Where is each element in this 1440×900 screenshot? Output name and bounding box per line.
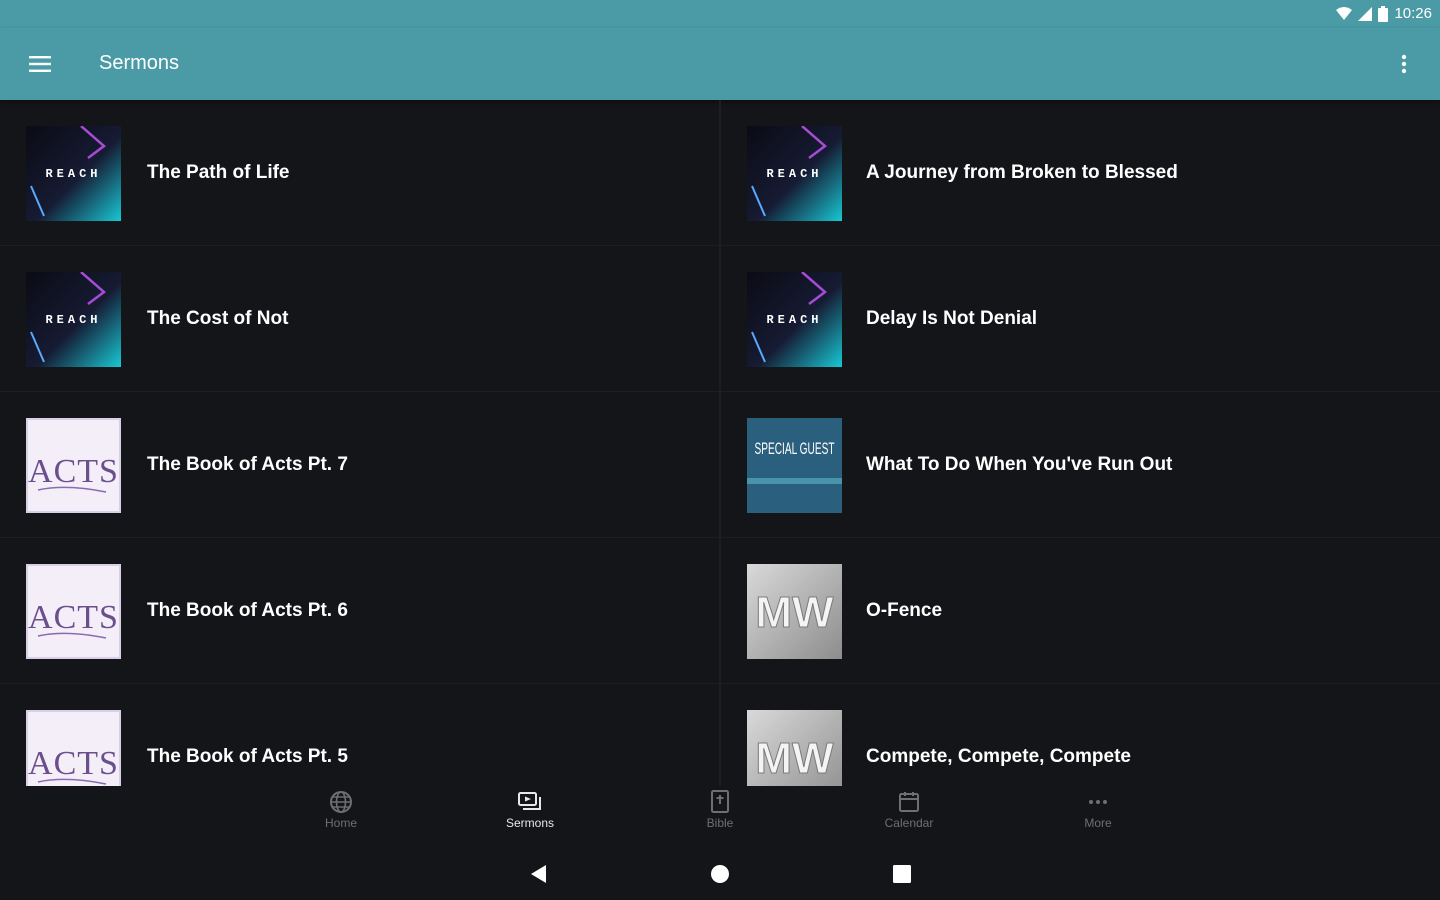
sermon-title: What To Do When You've Run Out xyxy=(866,454,1173,475)
sermon-item[interactable]: REACH A Journey from Broken to Blessed xyxy=(721,100,1440,246)
mw-art-thumbnail: MW xyxy=(747,710,842,786)
signal-icon xyxy=(1358,6,1373,21)
sermon-title: The Path of Life xyxy=(147,162,290,183)
sermon-item[interactable]: SPECIAL GUEST What To Do When You've Run… xyxy=(721,392,1440,538)
status-icons: 10:26 xyxy=(1336,5,1432,22)
svg-text:REACH: REACH xyxy=(766,167,822,181)
svg-text:REACH: REACH xyxy=(45,167,101,181)
sermon-title: Compete, Compete, Compete xyxy=(866,746,1131,767)
sermon-item[interactable]: ACTS The Book of Acts Pt. 5 xyxy=(0,684,721,786)
svg-text:MW: MW xyxy=(755,588,834,637)
wifi-icon xyxy=(1336,6,1353,20)
sermon-title: The Book of Acts Pt. 6 xyxy=(147,600,348,621)
menu-button[interactable] xyxy=(18,42,62,86)
sermon-item[interactable]: REACH The Cost of Not xyxy=(0,246,721,392)
sermon-item[interactable]: REACH Delay Is Not Denial xyxy=(721,246,1440,392)
sermon-title: Delay Is Not Denial xyxy=(866,308,1038,329)
recents-square-icon xyxy=(893,865,911,883)
nav-label: Bible xyxy=(706,816,734,830)
reach-art-thumbnail: REACH xyxy=(26,126,121,221)
nav-label: More xyxy=(1084,816,1112,830)
nav-calendar[interactable]: Calendar xyxy=(849,790,969,840)
bible-icon xyxy=(711,790,729,813)
reach-art-thumbnail: REACH xyxy=(26,272,121,367)
system-navigation-bar xyxy=(0,842,1440,900)
special-guest-art-thumbnail: SPECIAL GUEST xyxy=(747,418,842,513)
sermon-item[interactable]: MW O-Fence xyxy=(721,538,1440,684)
nav-more[interactable]: More xyxy=(1038,790,1158,840)
acts-art-thumbnail: ACTS xyxy=(26,564,121,659)
sermon-item[interactable]: REACH The Path of Life xyxy=(0,100,721,246)
svg-text:ACTS: ACTS xyxy=(28,599,119,636)
back-triangle-icon xyxy=(531,865,546,883)
svg-text:ACTS: ACTS xyxy=(28,745,119,782)
battery-icon xyxy=(1378,5,1389,22)
acts-art-thumbnail: ACTS xyxy=(26,418,121,513)
page-title: Sermons xyxy=(99,52,180,74)
app-bar: Sermons xyxy=(0,28,1440,100)
mw-art-thumbnail: MW xyxy=(747,564,842,659)
svg-text:REACH: REACH xyxy=(766,313,822,327)
back-button[interactable] xyxy=(520,856,556,892)
sermon-title: The Book of Acts Pt. 5 xyxy=(147,746,348,767)
sermon-title: The Cost of Not xyxy=(147,308,289,329)
nav-label: Home xyxy=(324,816,357,830)
sermon-title: O-Fence xyxy=(866,600,943,621)
svg-text:ACTS: ACTS xyxy=(28,453,119,490)
sermon-list: REACH The Path of Life REACH A Journey f… xyxy=(0,100,1440,786)
sermon-item[interactable]: ACTS The Book of Acts Pt. 7 xyxy=(0,392,721,538)
svg-text:REACH: REACH xyxy=(45,313,101,327)
sermon-item[interactable]: ACTS The Book of Acts Pt. 6 xyxy=(0,538,721,684)
globe-icon xyxy=(330,791,352,813)
vertical-dots-icon xyxy=(1401,54,1407,74)
home-circle-icon xyxy=(711,865,729,883)
nav-sermons[interactable]: Sermons xyxy=(470,790,590,840)
more-dots-icon xyxy=(1089,800,1107,804)
status-time: 10:26 xyxy=(1394,5,1432,22)
nav-label: Calendar xyxy=(884,816,934,830)
sermons-icon xyxy=(518,792,541,810)
sermon-item[interactable]: MW Compete, Compete, Compete xyxy=(721,684,1440,786)
overflow-menu-button[interactable] xyxy=(1382,42,1426,86)
nav-label: Sermons xyxy=(505,816,555,830)
reach-art-thumbnail: REACH xyxy=(747,272,842,367)
svg-text:MW: MW xyxy=(755,734,834,783)
acts-art-thumbnail: ACTS xyxy=(26,710,121,786)
home-button[interactable] xyxy=(702,856,738,892)
recents-button[interactable] xyxy=(884,856,920,892)
svg-text:SPECIAL GUEST: SPECIAL GUEST xyxy=(755,439,835,458)
reach-art-thumbnail: REACH xyxy=(747,126,842,221)
status-bar: 10:26 xyxy=(0,0,1440,28)
calendar-icon xyxy=(899,792,919,812)
hamburger-icon xyxy=(29,56,51,72)
nav-bible[interactable]: Bible xyxy=(660,790,780,840)
sermon-title: The Book of Acts Pt. 7 xyxy=(147,454,348,475)
sermon-title: A Journey from Broken to Blessed xyxy=(866,162,1178,183)
nav-home[interactable]: Home xyxy=(281,790,401,840)
bottom-navigation: Home Sermons Bible Calendar More xyxy=(0,786,1440,842)
